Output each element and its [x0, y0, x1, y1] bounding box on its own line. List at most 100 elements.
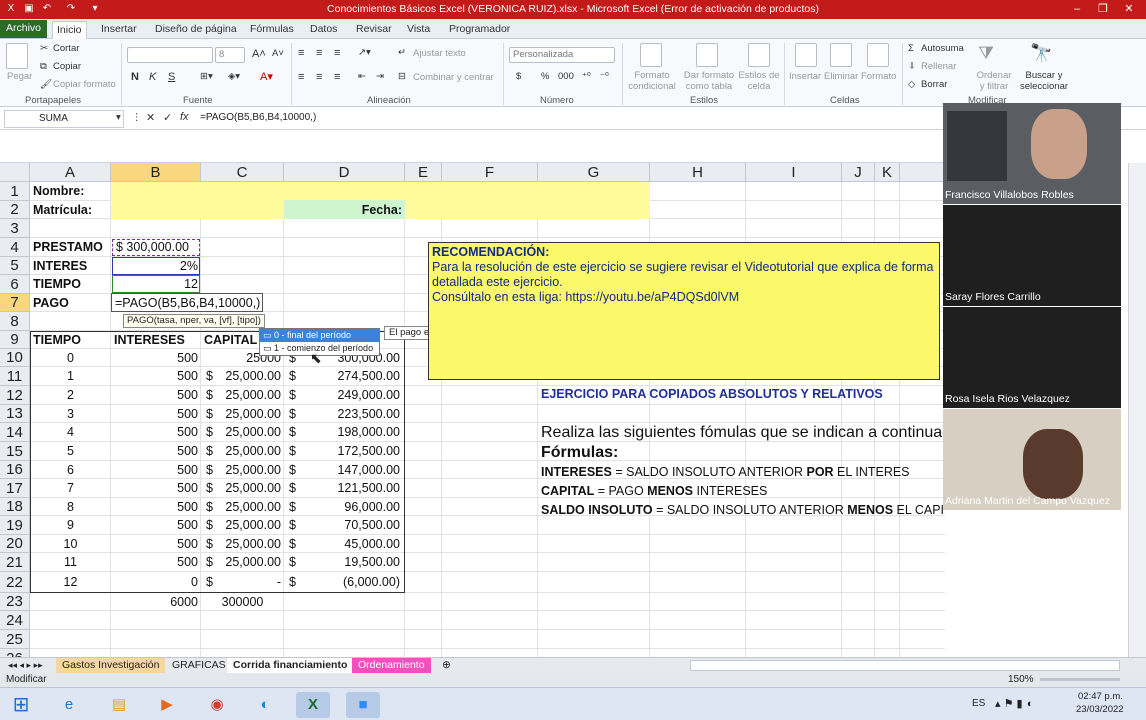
grow-font-icon[interactable]: A˄ — [252, 48, 266, 60]
italic-button[interactable]: K — [149, 71, 156, 83]
cell-d2[interactable]: Fecha: — [284, 201, 405, 219]
cell-capital-currency[interactable]: $ — [203, 442, 217, 461]
cell-saldo-currency[interactable]: $ — [286, 553, 300, 572]
row-header[interactable]: 12 — [0, 386, 30, 405]
chrome-icon[interactable]: ◉ — [200, 692, 234, 718]
align-top-icon[interactable]: ≡ — [298, 47, 304, 59]
select-all-corner[interactable] — [0, 163, 30, 182]
cell-capital-currency[interactable]: $ — [203, 553, 217, 572]
cell-a1[interactable]: Nombre: — [30, 182, 111, 200]
cell-tiempo[interactable]: 6 — [30, 461, 111, 479]
col-header-g[interactable]: G — [538, 163, 650, 182]
col-header-e[interactable]: E — [405, 163, 442, 182]
confirm-entry-icon[interactable]: ✓ — [163, 111, 172, 124]
cell-capital-currency[interactable]: $ — [203, 498, 217, 516]
find-select-button[interactable]: Buscar y seleccionar — [1015, 70, 1073, 92]
cell-intereses[interactable]: 500 — [111, 479, 201, 498]
cell-saldo-currency[interactable]: $ — [286, 498, 300, 516]
new-sheet-icon[interactable]: ⊕ — [436, 658, 457, 673]
close-button[interactable]: ✕ — [1118, 1, 1140, 17]
cell-intereses[interactable]: 500 — [111, 498, 201, 516]
cell-capital[interactable]: 25,000.00 — [217, 479, 284, 498]
cell-tiempo[interactable]: 10 — [30, 535, 111, 553]
name-box[interactable]: SUMA — [4, 110, 124, 128]
cell-saldo[interactable]: 198,000.00 — [300, 423, 403, 442]
cell-tiempo[interactable]: 0 — [30, 349, 111, 367]
zoom-slider[interactable] — [1040, 678, 1120, 681]
cell-saldo[interactable]: 172,500.00 — [300, 442, 403, 461]
cell-saldo-currency[interactable]: $ — [286, 367, 300, 386]
decrease-indent-icon[interactable]: ⇤ — [358, 71, 366, 82]
cell-tiempo[interactable]: 5 — [30, 442, 111, 461]
cell-saldo[interactable]: 274,500.00 — [300, 367, 403, 386]
cut-icon[interactable]: ✂ — [40, 43, 48, 54]
align-right-icon[interactable]: ≡ — [334, 71, 340, 83]
cell-saldo-currency[interactable]: $ — [286, 479, 300, 498]
row-header[interactable]: 19 — [0, 516, 30, 535]
paste-button[interactable]: Pegar — [7, 71, 32, 82]
decrease-decimal-icon[interactable]: ⁻⁰ — [600, 71, 609, 82]
tab-programador[interactable]: Programador — [445, 21, 514, 39]
participant-tile-4[interactable]: Adriana Martin del Campo Vazquez — [943, 409, 1121, 510]
clock-date[interactable]: 23/03/2022 — [1076, 704, 1124, 715]
align-center-icon[interactable]: ≡ — [316, 71, 322, 83]
media-player-icon[interactable]: ▶ — [150, 692, 184, 718]
format-painter-icon[interactable]: 🖌 — [40, 79, 52, 90]
tab-formulas[interactable]: Fórmulas — [246, 21, 298, 39]
cell-styles-icon[interactable] — [748, 43, 770, 67]
ie-icon[interactable]: e — [52, 692, 86, 718]
cell-a6[interactable]: TIEMPO — [30, 275, 111, 293]
cell-a7[interactable]: PAGO — [30, 294, 111, 312]
cell-capital[interactable]: 25,000.00 — [217, 553, 284, 572]
excel-taskbar-icon[interactable]: X — [296, 692, 330, 718]
formulas-title[interactable]: Fórmulas: — [538, 443, 738, 463]
row-header[interactable]: 4 — [0, 238, 30, 257]
row-header[interactable]: 3 — [0, 219, 30, 238]
format-cells-button[interactable]: Formato — [861, 71, 896, 82]
cell-capital-currency[interactable]: $ — [203, 367, 217, 386]
zoom-taskbar-icon[interactable]: ■ — [346, 692, 380, 718]
row-header[interactable]: 24 — [0, 611, 30, 630]
cell-saldo[interactable]: 70,500.00 — [300, 516, 403, 535]
row-header[interactable]: 15 — [0, 442, 30, 461]
cell-capital[interactable]: 25,000.00 — [217, 442, 284, 461]
cell-a5[interactable]: INTERES — [30, 257, 111, 275]
tab-datos[interactable]: Datos — [306, 21, 341, 39]
cell-saldo[interactable]: 249,000.00 — [300, 386, 403, 405]
cell-saldo[interactable]: 96,000.00 — [300, 498, 403, 516]
row-header[interactable]: 18 — [0, 498, 30, 516]
increase-indent-icon[interactable]: ⇥ — [376, 71, 384, 82]
fill-color-icon[interactable]: ◈▾ — [228, 71, 240, 82]
thousands-button[interactable]: 000 — [558, 71, 574, 82]
cell-intereses[interactable]: 500 — [111, 367, 201, 386]
row-header[interactable]: 26 — [0, 649, 30, 657]
borders-icon[interactable]: ⊞▾ — [200, 71, 213, 82]
cell-tiempo[interactable]: 2 — [30, 386, 111, 405]
cell-intereses[interactable]: 500 — [111, 553, 201, 572]
number-format-select[interactable]: Personalizada — [509, 47, 615, 63]
clock-time[interactable]: 02:47 p.m. — [1078, 691, 1123, 702]
participant-tile-1[interactable]: Francisco Villalobos Robles — [943, 103, 1121, 204]
paste-icon[interactable] — [6, 43, 28, 69]
merge-icon[interactable]: ⊟ — [398, 71, 406, 82]
cell-saldo-currency[interactable]: $ — [286, 405, 300, 423]
sheet-tab-ordenamiento[interactable]: Ordenamiento — [352, 658, 431, 673]
percent-button[interactable]: % — [541, 71, 549, 82]
tab-insertar[interactable]: Insertar — [97, 21, 141, 39]
row-header[interactable]: 8 — [0, 312, 30, 331]
merge-button[interactable]: Combinar y centrar — [413, 72, 494, 83]
horizontal-scrollbar[interactable] — [690, 660, 1120, 671]
row-header[interactable]: 1 — [0, 182, 30, 201]
cell-saldo[interactable]: (6,000.00) — [300, 572, 403, 593]
formula-3[interactable]: SALDO INSOLUTO = SALDO INSOLUTO ANTERIOR… — [538, 501, 945, 519]
cell-a2[interactable]: Matrícula: — [30, 201, 111, 219]
formula-2[interactable]: CAPITAL = PAGO MENOS INTERESES — [538, 482, 945, 500]
row-header[interactable]: 16 — [0, 461, 30, 479]
cell-intereses[interactable]: 0 — [111, 572, 201, 593]
orientation-icon[interactable]: ↗▾ — [358, 47, 371, 58]
col-header-b[interactable]: B — [111, 163, 201, 182]
cell-tiempo[interactable]: 11 — [30, 553, 111, 572]
row-header[interactable]: 7 — [0, 294, 30, 312]
explorer-icon[interactable]: ▤ — [102, 692, 136, 718]
recommendation-box[interactable]: RECOMENDACIÓN: Para la resolución de est… — [428, 242, 940, 380]
